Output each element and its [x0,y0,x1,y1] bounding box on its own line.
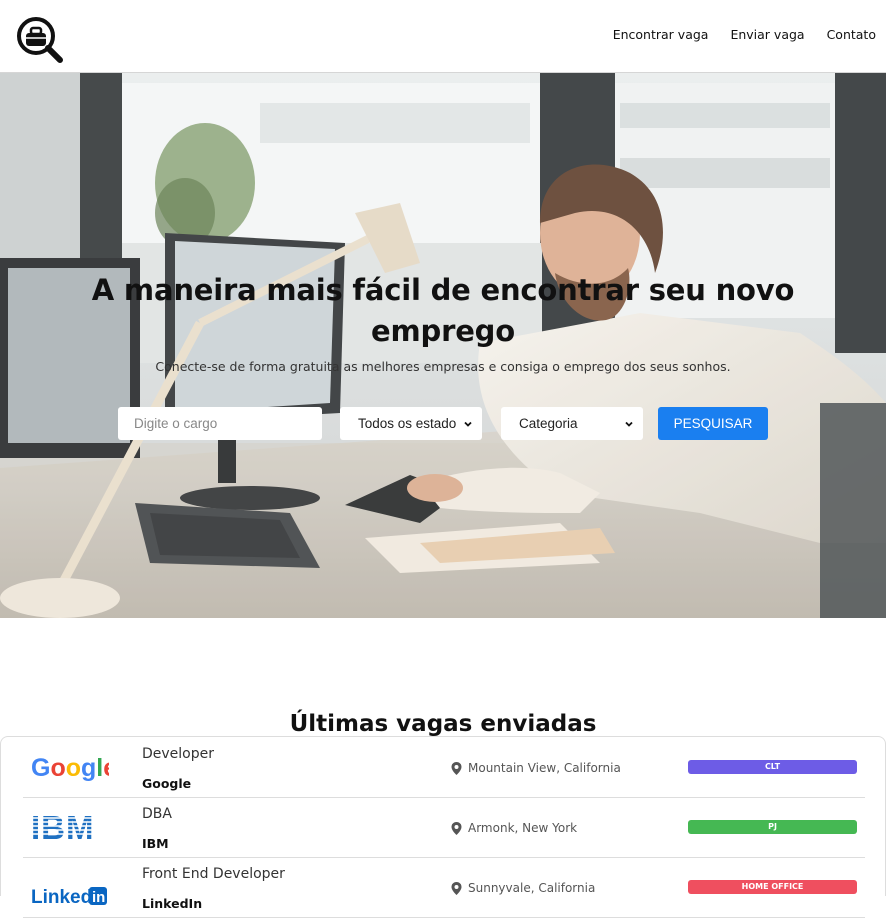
company-name: IBM [142,836,169,851]
svg-text:IBM: IBM [31,809,95,845]
location-pin-icon [451,821,462,835]
job-list: Google Developer Google Mountain View, C… [0,736,886,918]
job-type-badge: HOME OFFICE [688,880,857,894]
category-select[interactable]: Categoria [501,407,643,440]
job-location: Armonk, New York [451,821,577,835]
svg-text:Linked: Linked [31,887,92,905]
location-text: Mountain View, California [468,761,621,775]
state-select[interactable]: Todos os estado [340,407,482,440]
ibm-logo: IBM [29,809,109,845]
job-type-badge: CLT [688,760,857,774]
svg-text:in: in [92,889,105,905]
latest-jobs-title: Últimas vagas enviadas [289,711,597,738]
category-select-value: Categoria [519,416,578,431]
job-row[interactable]: Google Developer Google Mountain View, C… [23,737,865,798]
job-title[interactable]: Front End Developer [142,866,285,882]
google-logo: Google [31,754,109,782]
hero-section: A maneira mais fácil de encontrar seu no… [0,73,886,618]
nav-contact-link[interactable]: Contato [827,27,876,42]
main-nav: Encontrar vaga Enviar vaga Contato [613,27,876,42]
job-search-form: Digite o cargo Todos os estado Categoria… [118,407,768,441]
hero-subtitle: Conecte-se de forma gratuita as melhores… [155,358,731,374]
location-text: Armonk, New York [468,821,578,835]
state-select-value: Todos os estado [358,416,457,431]
nav-submit-job-link[interactable]: Enviar vaga [730,27,804,42]
company-name: LinkedIn [142,896,203,911]
job-type-badge: PJ [688,820,857,834]
nav-find-job-link[interactable]: Encontrar vaga [613,27,709,42]
job-location: Sunnyvale, California [451,881,595,895]
linkedin-logo: Linked in [31,887,107,905]
location-text: Sunnyvale, California [468,881,596,895]
svg-text:Google: Google [31,754,109,782]
job-row[interactable]: IBM DBA IBM Armonk, New York PJ [23,797,865,858]
job-title[interactable]: DBA [142,806,172,822]
job-title[interactable]: Developer [142,746,214,762]
location-pin-icon [451,881,462,895]
chevron-down-icon [625,421,633,427]
company-name: Google [142,776,192,791]
top-navbar: Encontrar vaga Enviar vaga Contato [0,0,886,73]
job-title-input[interactable]: Digite o cargo [118,407,322,440]
location-pin-icon [451,761,462,775]
search-button[interactable]: PESQUISAR [658,407,768,440]
job-search-logo-icon[interactable] [16,17,64,63]
job-row[interactable]: Linked in Front End Developer LinkedIn S… [23,857,865,918]
job-location: Mountain View, California [451,761,621,775]
hero-title: A maneira mais fácil de encontrar seu no… [91,273,795,349]
chevron-down-icon [464,421,472,427]
